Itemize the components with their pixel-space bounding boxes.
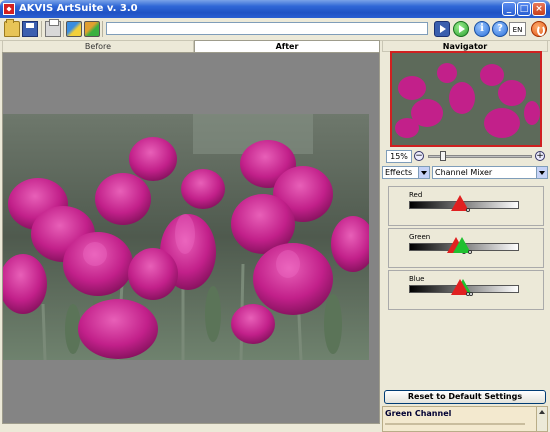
effects-category-value: Effects	[385, 168, 413, 177]
maximize-button[interactable]: □	[517, 2, 531, 16]
toolbar: i ? EN	[0, 18, 550, 41]
image-canvas[interactable]	[2, 52, 380, 424]
toolbar-divider	[63, 21, 64, 37]
tulip-photo	[3, 114, 369, 360]
help-text-cutoff	[385, 423, 525, 425]
effect-value: Channel Mixer	[435, 168, 493, 177]
close-button[interactable]: ×	[532, 2, 546, 16]
window-title: AKVIS ArtSuite v. 3.0	[19, 3, 138, 14]
info-icon[interactable]: i	[474, 21, 490, 37]
save-icon[interactable]	[22, 21, 38, 37]
reset-default-button[interactable]: Reset to Default Settings	[384, 390, 546, 404]
help-icon[interactable]: ?	[492, 21, 508, 37]
chevron-down-icon	[536, 167, 547, 178]
view-tabs: Before After	[2, 40, 380, 52]
toolbar-divider	[41, 21, 42, 37]
tab-after[interactable]: After	[194, 40, 380, 52]
green-channel-label: Green	[409, 233, 431, 241]
marker-anchor-dot	[467, 250, 472, 254]
right-panel: Navigator 15% − + Effects Channel Mixer …	[382, 40, 548, 432]
open-icon[interactable]	[4, 19, 20, 37]
run-icon[interactable]	[453, 21, 469, 37]
app-logo-icon	[3, 3, 15, 15]
help-panel: Green Channel	[382, 406, 548, 432]
navigator-thumbnail[interactable]	[390, 51, 542, 147]
print-icon[interactable]	[45, 19, 61, 37]
blue-channel-group: Blue	[388, 270, 544, 310]
brush-icon[interactable]	[66, 21, 82, 37]
marker-anchor-dot	[465, 292, 470, 296]
language-button[interactable]: EN	[509, 22, 526, 36]
effects-category-select[interactable]: Effects	[382, 166, 430, 179]
zoom-in-button[interactable]: +	[535, 151, 545, 161]
title-bar: AKVIS ArtSuite v. 3.0 _ □ ×	[0, 0, 550, 18]
marker-anchor-dot	[465, 208, 470, 212]
zoom-controls: 15% − +	[382, 150, 548, 164]
red-channel-group: Red	[388, 186, 544, 226]
help-title: Green Channel	[385, 409, 452, 418]
blue-channel-label: Blue	[409, 275, 425, 283]
green-channel-group: Green	[388, 228, 544, 268]
help-scrollbar[interactable]	[536, 407, 547, 431]
zoom-out-button[interactable]: −	[414, 151, 424, 161]
brush-settings-icon[interactable]	[84, 21, 100, 37]
progress-bar	[106, 22, 428, 35]
zoom-slider-thumb[interactable]	[439, 151, 446, 161]
toolbar-divider	[102, 21, 103, 37]
zoom-level[interactable]: 15%	[386, 150, 412, 163]
red-channel-label: Red	[409, 191, 423, 199]
chevron-down-icon	[418, 167, 429, 178]
play-icon[interactable]	[434, 21, 450, 37]
exit-icon[interactable]	[531, 21, 547, 37]
tab-before[interactable]: Before	[2, 40, 194, 52]
minimize-button[interactable]: _	[502, 2, 516, 16]
effect-select[interactable]: Channel Mixer	[432, 166, 548, 179]
